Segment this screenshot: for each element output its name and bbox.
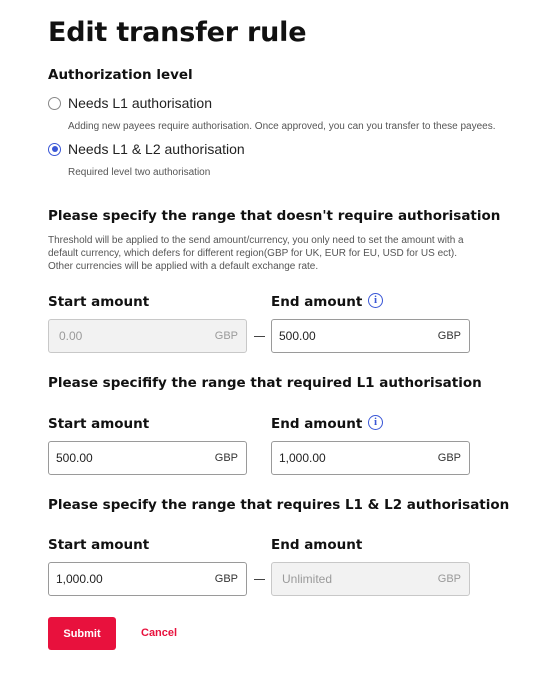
section-description-no-auth: Threshold will be applied to the send am… [48,235,464,272]
start-amount-input-no-auth: 0.00 GBP [48,319,247,353]
range-separator [254,336,265,337]
amount-value: Unlimited [282,572,333,586]
start-amount-label: Start amount [48,537,150,553]
cancel-button[interactable]: Cancel [141,627,177,639]
radio-button-l1-l2[interactable] [48,142,61,156]
start-amount-label: Start amount [48,416,150,432]
radio-button-l1[interactable] [48,96,61,110]
amount-value: 500.00 [56,451,93,465]
radio-label-l1-l2[interactable]: Needs L1 & L2 authorisation [68,141,245,157]
start-amount-label: Start amount [48,294,150,310]
radio-description-l1-l2: Required level two authorisation [68,167,211,178]
authorization-level-label: Authorization level [48,67,193,83]
amount-value: 1,000.00 [56,572,103,586]
radio-option-l1[interactable]: Needs L1 authorisation [48,95,212,111]
amount-value: 500.00 [279,329,316,343]
section-title-l1: Please specifify the range that required… [48,375,482,391]
currency-code: GBP [214,452,238,464]
end-amount-input-l1-l2: Unlimited GBP [271,562,470,596]
range-separator [254,579,265,580]
end-amount-input-no-auth[interactable]: 500.00 GBP [271,319,470,353]
currency-code: GBP [214,573,238,585]
start-amount-input-l1[interactable]: 500.00 GBP [48,441,247,475]
end-amount-label: End amount [271,416,363,432]
section-title-no-auth: Please specify the range that doesn't re… [48,208,501,224]
end-amount-label: End amount [271,294,363,310]
end-amount-input-l1[interactable]: 1,000.00 GBP [271,441,470,475]
info-icon[interactable]: i [368,293,383,308]
currency-code: GBP [437,573,461,585]
end-amount-label: End amount [271,537,363,553]
currency-code: GBP [437,452,461,464]
page-title: Edit transfer rule [48,17,307,48]
currency-code: GBP [214,330,238,342]
amount-value: 1,000.00 [279,451,326,465]
radio-option-l1-l2[interactable]: Needs L1 & L2 authorisation [48,141,245,157]
amount-value: 0.00 [59,329,83,343]
radio-description-l1: Adding new payees require authorisation.… [68,121,496,132]
submit-button[interactable]: Submit [48,617,116,650]
section-title-l1-l2: Please specify the range that requires L… [48,497,510,513]
currency-code: GBP [437,330,461,342]
radio-label-l1[interactable]: Needs L1 authorisation [68,95,212,111]
info-icon[interactable]: i [368,415,383,430]
start-amount-input-l1-l2[interactable]: 1,000.00 GBP [48,562,247,596]
